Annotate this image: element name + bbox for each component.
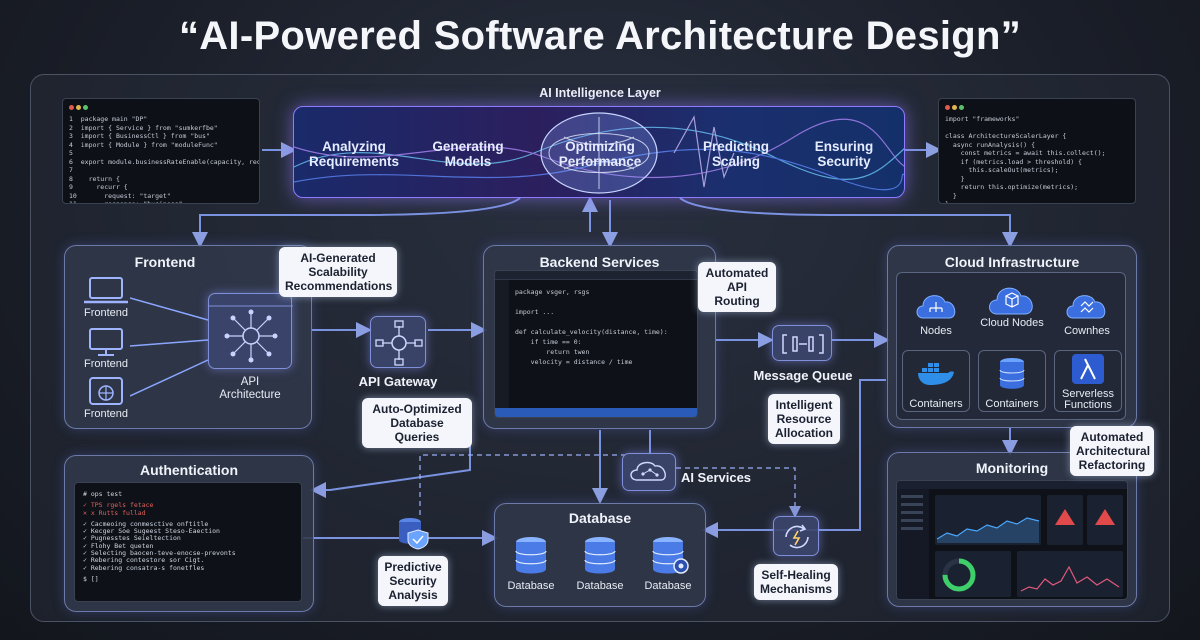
frontend-links: [130, 297, 209, 397]
browser-globe-icon: [89, 377, 123, 405]
callout-resource: Intelligent Resource Allocation: [768, 394, 840, 444]
database-stack-icon: [999, 358, 1025, 389]
terminal-line: $ []: [83, 574, 99, 583]
code-panel-left: 1 package main "DP" 2 import { Service }…: [62, 98, 260, 204]
lambda-icon: [1072, 354, 1104, 384]
callout-self-healing: Self-Healing Mechanisms: [754, 564, 838, 600]
frontend-device-label: Frontend: [83, 307, 129, 319]
monitoring-dashboard: [896, 480, 1128, 600]
message-queue-label: Message Queue: [753, 368, 853, 383]
ai-services-icon: [622, 453, 676, 491]
laptop-icon: [84, 277, 128, 304]
database-gear-icon: [652, 537, 689, 574]
self-healing-icon: [773, 516, 819, 556]
ai-layer-label: AI Intelligence Layer: [539, 86, 661, 100]
cloud-node-label: Cownhes: [1064, 325, 1110, 337]
database-title: Database: [568, 510, 632, 526]
containers-label: Containers: [985, 398, 1039, 410]
cloud-nodes-icon: [989, 287, 1033, 315]
cloud-node-label: Nodes: [920, 325, 952, 337]
backend-code-editor: package vsger, rsgs import ... def calcu…: [494, 270, 698, 418]
ai-step-generating: Generating Models: [432, 139, 504, 169]
api-gateway-label: API Gateway: [358, 374, 438, 389]
callout-refactoring: Automated Architectural Refactoring: [1070, 426, 1154, 476]
code-panel-right: import "frameworks" class ArchitectureSc…: [938, 98, 1136, 204]
authentication-title: Authentication: [140, 462, 238, 478]
auth-terminal: # ops test ✓ TPS rgels fetace ✕ x Rutts …: [74, 482, 302, 602]
nodes-cloud-icon: [916, 295, 956, 319]
api-architecture-icon: [208, 293, 293, 369]
dashboard-graphic: [897, 481, 1127, 599]
callout-security: Predictive Security Analysis: [378, 556, 448, 606]
security-shield-icon: [399, 518, 429, 550]
callout-db-queries: Auto-Optimized Database Queries: [362, 398, 472, 448]
database-icon: [584, 537, 616, 574]
backend-title: Backend Services: [539, 254, 660, 270]
api-architecture-label: API Architecture: [219, 376, 281, 401]
database-icon: [515, 537, 547, 574]
api-gateway-icon: [370, 316, 426, 368]
database-label: Database: [644, 580, 692, 592]
cloud-node-label: Cloud Nodes: [980, 317, 1044, 329]
ai-step-predicting: Predicting Scaling: [702, 139, 769, 169]
ai-step-security: Ensuring Security: [814, 139, 874, 169]
terminal-line: # ops test: [83, 490, 123, 498]
containers-label: Containers: [909, 398, 963, 410]
database-label: Database: [507, 580, 555, 592]
terminal-line: ✕ x Rutts fullad: [83, 508, 146, 517]
cownhes-cloud-icon: [1066, 295, 1106, 319]
callout-scalability: AI-Generated Scalability Recommendations: [279, 247, 397, 297]
docker-icon: [918, 363, 954, 385]
frontend-device-label: Frontend: [83, 358, 129, 370]
ai-intelligence-layer: Analyzing Requirements Generating Models…: [293, 106, 905, 198]
serverless-label: Serverless Functions: [1062, 388, 1114, 411]
terminal-line: ✓ Rebering consatra-s fonetfles: [83, 563, 205, 572]
monitor-icon: [89, 328, 123, 356]
ai-step-optimizing: Optimizing Performance: [558, 139, 642, 169]
message-queue-icon: [772, 325, 832, 361]
frontend-device-label: Frontend: [83, 408, 129, 420]
frontend-title: Frontend: [134, 254, 196, 270]
ai-services-label: AI Services: [680, 470, 752, 485]
database-label: Database: [576, 580, 624, 592]
callout-routing: Automated API Routing: [698, 262, 776, 312]
ai-step-analyzing: Analyzing Requirements: [308, 139, 400, 169]
cloud-title: Cloud Infrastructure: [944, 254, 1080, 270]
